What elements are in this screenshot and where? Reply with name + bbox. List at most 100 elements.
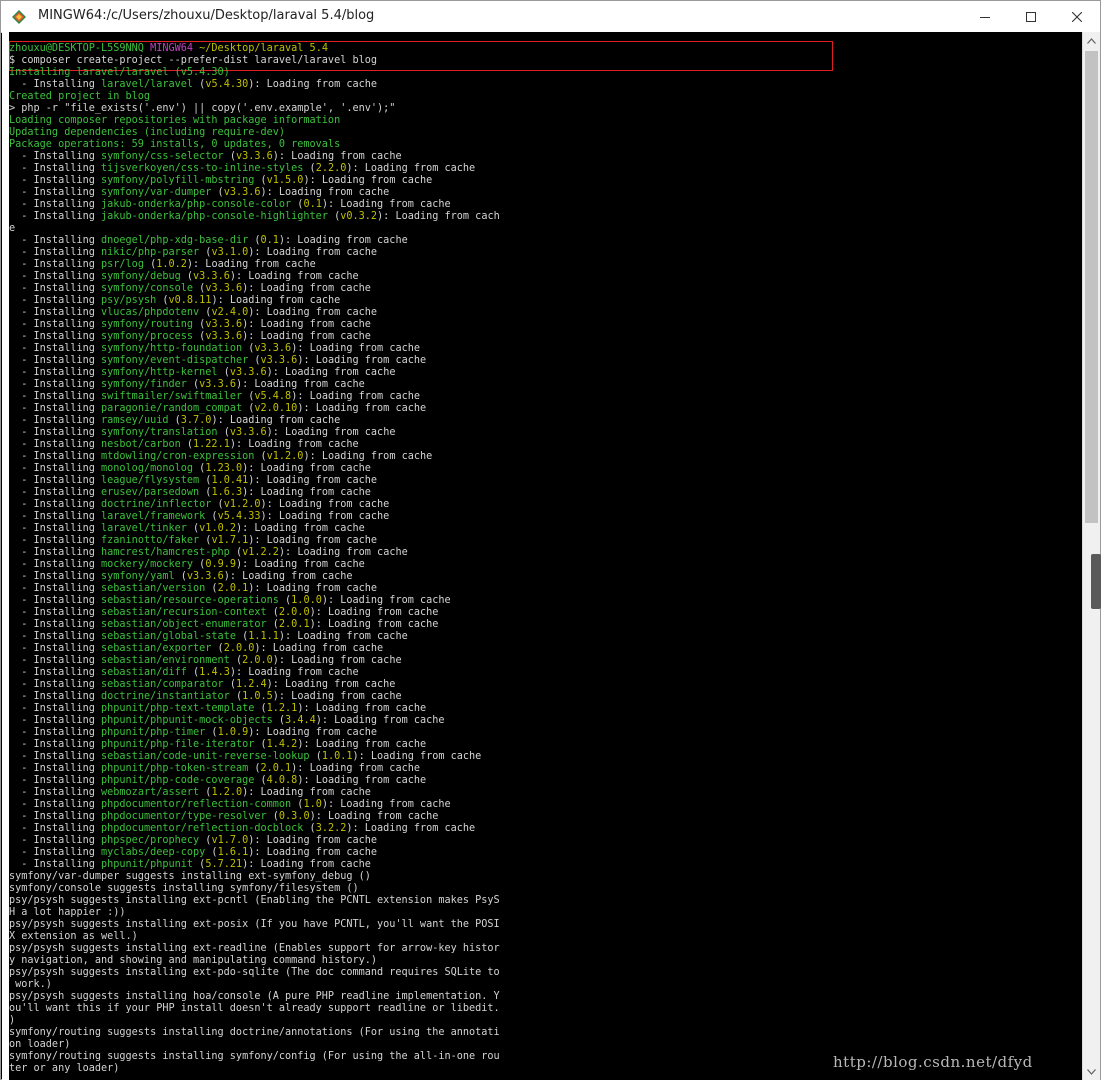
terminal-text-segment: ( [199,835,212,846]
terminal-text-segment: ): Loading from cache [303,451,433,462]
terminal-text-segment: ( [156,295,169,306]
terminal-line: Package operations: 59 installs, 0 updat… [9,139,500,151]
terminal-text-segment: - Installing [9,607,102,618]
terminal-text-segment: Created project in blog [9,91,151,102]
terminal-line: zhouxu@DESKTOP-L5S9NNQ MINGW64 ~/Desktop… [9,43,500,55]
terminal-text-segment: doctrine/inflector [101,499,212,510]
maximize-button[interactable] [1008,1,1054,32]
terminal-text-segment: ( [303,163,316,174]
terminal-text-segment: 1.4.2 [266,739,298,750]
terminal-text-segment: sebastian/comparator [101,679,224,690]
terminal-line: - Installing tijsverkoyen/css-to-inline-… [9,163,500,175]
terminal-line: Loading composer repositories with packa… [9,115,500,127]
terminal-text-segment: ( [254,775,267,786]
terminal-line: - Installing sebastian/code-unit-reverse… [9,751,500,763]
terminal-line: symfony/routing suggests installing doct… [9,1027,500,1039]
terminal-text-segment: v3.3.6 [223,187,261,198]
terminal-line: - Installing phpdocumentor/reflection-co… [9,799,500,811]
terminal-text-segment: nesbot/carbon [101,439,181,450]
close-icon [1072,11,1082,22]
terminal-text-segment: - Installing [9,847,102,858]
terminal-line: Updating dependencies (including require… [9,127,500,139]
close-button[interactable] [1054,1,1100,32]
terminal-text-segment: symfony/polyfill-mbstring [101,175,255,186]
terminal-text-segment: y navigation, and showing and manipulati… [9,955,378,966]
terminal-text-segment: ( [186,523,200,534]
terminal-text-segment: ( [309,751,322,762]
terminal-text-segment: ): Loading from cache [297,739,427,750]
terminal-text-segment: ): Loading from cache [266,679,396,690]
terminal-text-segment: fzaninotto/faker [101,535,200,546]
terminal-line: - Installing doctrine/inflector (v1.2.0)… [9,499,500,511]
terminal-text-segment: phpdocumentor/reflection-docblock [101,823,304,834]
terminal-text-segment: - Installing [9,751,102,762]
terminal-text-segment: 3.2.2 [315,823,347,834]
terminal-text-segment: - Installing [9,247,102,258]
terminal-text-segment: ( [291,199,304,210]
terminal-text-segment: ): Loading from cache [297,355,427,366]
terminal-text-segment: - Installing [9,655,102,666]
terminal-line: - Installing symfony/console (v3.3.6): L… [9,283,500,295]
terminal-text-segment: v3.3.6 [199,379,236,390]
terminal-line: psy/psysh suggests installing ext-pcntl … [9,895,500,907]
terminal-line: - Installing psy/psysh (v0.8.11): Loadin… [9,295,500,307]
window-title: MINGW64:/c/Users/zhouxu/Desktop/laraval … [38,8,375,23]
terminal-text-segment: > php -r "file_exists('.env') || copy('.… [9,103,396,114]
terminal-text-segment: psy/psysh suggests installing ext-posix … [9,919,500,930]
terminal-line: psy/psysh suggests installing ext-readli… [9,943,500,955]
terminal-text-segment: ( [229,547,243,558]
terminal-text-segment: v2.0.10 [254,403,298,414]
terminal-text-segment: - Installing [9,643,102,654]
terminal-text-segment: - Installing [9,835,102,846]
terminal-text-segment: ): Loading from cache [266,427,396,438]
terminal-line: - Installing mockery/mockery (0.9.9): Lo… [9,559,500,571]
scroll-down-button[interactable] [1083,1063,1100,1080]
terminal-text-segment: sebastian/diff [101,667,187,678]
terminal-output[interactable]: zhouxu@DESKTOP-L5S9NNQ MINGW64 ~/Desktop… [9,32,1082,1080]
terminal-text-segment: ): Loading from cache [346,163,476,174]
minimize-button[interactable] [962,1,1008,32]
terminal-line: Created project in blog [9,91,500,103]
terminal-text-segment: dnoegel/php-xdg-base-dir [101,235,249,246]
terminal-text-segment: symfony/console [101,283,194,294]
terminal-text-segment: - Installing [9,343,102,354]
terminal-text-segment: ter or any loader) [9,1063,120,1074]
terminal-text-segment: ( [205,583,218,594]
terminal-text-segment: ): Loading from cache [321,799,451,810]
terminal-line: - Installing phpunit/php-file-iterator (… [9,739,500,751]
terminal-text-segment: ): Loading from cache [248,247,378,258]
terminal-line: - Installing dnoegel/php-xdg-base-dir (0… [9,235,500,247]
terminal-text-segment: 1.4.3 [199,667,230,678]
terminal-line: - Installing vlucas/phpdotenv (v2.4.0): … [9,307,500,319]
terminal-text-segment: - Installing [9,355,102,366]
terminal-line: ) [9,1015,500,1027]
terminal-text-segment: symfony/routing suggests installing symf… [9,1051,500,1062]
terminal-text-segment: - Installing [9,667,102,678]
terminal-line: e [9,223,500,235]
scrollbar-thumb[interactable] [1085,51,1098,523]
terminal-text-segment: 3.7.0 [180,415,212,426]
terminal-text-segment: ( [193,331,206,342]
terminal-text-segment: symfony/finder [101,379,187,390]
terminal-text-segment: ( [199,787,212,798]
terminal-text-segment: - Installing [9,571,102,582]
scroll-up-button[interactable] [1083,32,1100,49]
terminal-text-segment: ): Loading from cache [260,187,390,198]
terminal-text-segment: Installing laravel/laravel (v5.4.30) [9,67,230,78]
terminal-text-segment: ( [205,511,218,522]
terminal-text-segment: - Installing [9,283,102,294]
terminal-text-segment: ): Loading from cache [229,439,359,450]
terminal-text-segment: v5.4.33 [217,511,261,522]
terminal-text-segment: - Installing [9,583,102,594]
title-bar[interactable]: MINGW64:/c/Users/zhouxu/Desktop/laraval … [1,1,1100,33]
terminal-text-segment: ( [235,631,249,642]
terminal-line: - Installing sebastian/resource-operatio… [9,595,500,607]
terminal-text-segment: ( [242,391,255,402]
terminal-text-segment: work.) [9,979,52,990]
terminal-text-segment: 1.22.1 [193,439,230,450]
terminal-text-segment: on loader) [9,1039,71,1050]
terminal-text-segment: ( [193,283,206,294]
terminal-text-segment: ( [266,619,279,630]
terminal-text-segment: - Installing [9,463,102,474]
terminal-text-segment: mtdowling/cron-expression [101,451,255,462]
